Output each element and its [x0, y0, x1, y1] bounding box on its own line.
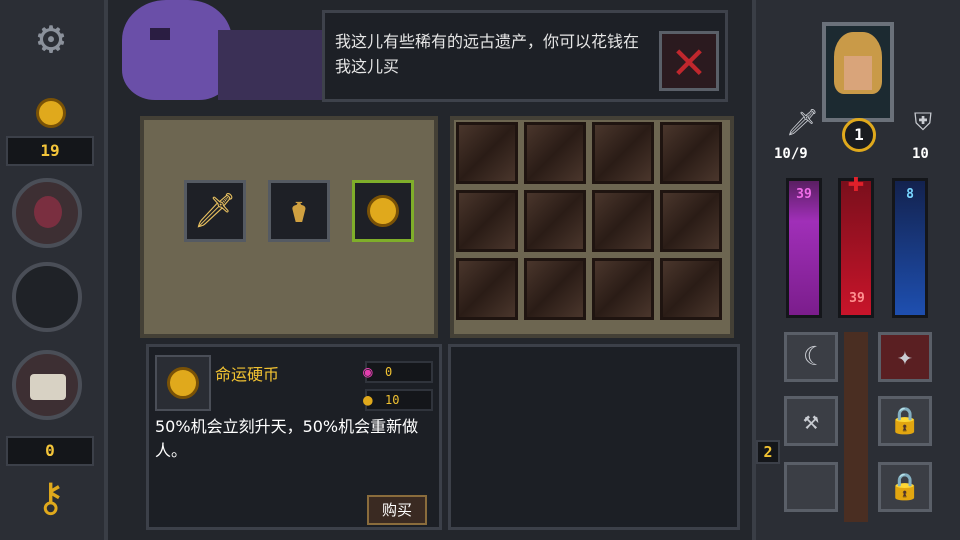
key-counter: 0 [6, 436, 94, 466]
hero-portrait [822, 22, 894, 122]
hammer-icon: ⚒ [803, 406, 819, 436]
left-sidebar: ⚙ 19 0 ⚷ [0, 0, 108, 540]
blue-value: 8 [906, 187, 914, 202]
red-bar: 39 [838, 178, 874, 318]
shop-slot-lantern[interactable]: ⚱ [268, 180, 330, 242]
item-thumbnail [155, 355, 211, 411]
inventory-grid [450, 116, 734, 338]
gold-cost-value: 10 [385, 393, 400, 407]
lock-icon: 🔒 [888, 472, 922, 502]
shop-slot-sword[interactable]: 🗡 [184, 180, 246, 242]
inventory-slot[interactable] [524, 190, 586, 252]
close-x-icon: ✕ [672, 28, 706, 91]
inventory-slot[interactable] [524, 122, 586, 184]
empty-orb-slot[interactable] [12, 262, 82, 332]
shop-panel: 🗡 ⚱ [140, 116, 438, 338]
item-info-panel: 命运硬币 ◉ 0 ● 10 50%机会立刻升天，50%机会重新做人。 购买 [146, 344, 442, 530]
potion-orb-icon[interactable] [12, 178, 82, 248]
shield-stat-icon: ⛨ [914, 108, 932, 136]
lantern-icon: ⚱ [288, 191, 310, 231]
wood-pillar [844, 332, 868, 522]
dialog-text: 我这儿有些稀有的远古遗产，你可以花钱在我这儿买 [335, 32, 640, 76]
floor-number: 2 [756, 440, 780, 464]
item-name: 命运硬币 [215, 365, 280, 384]
buy-button[interactable]: 购买 [367, 495, 427, 525]
secondary-info-panel [448, 344, 740, 530]
sword-icon: 🗡 [193, 191, 237, 231]
lock-icon: 🔒 [888, 406, 922, 436]
close-button[interactable]: ✕ [659, 31, 719, 91]
right-status-panel: 🗡 ⛨ 1 10/9 10 39 39 ✚ 8 ☾ ✦ ⚒ 🔒 🔒 [752, 0, 960, 540]
attack-stat: 10/9 [774, 146, 808, 162]
inventory-slot[interactable] [456, 258, 518, 320]
soul-icon: ◉ [363, 362, 373, 381]
key-icon: ⚷ [36, 475, 66, 521]
coin-icon [167, 367, 199, 399]
locked-slot: 🔒 [878, 462, 932, 512]
locked-slot: 🔒 [878, 396, 932, 446]
sword-stat-icon: 🗡 [786, 108, 820, 138]
gold-cost: ● 10 [363, 389, 433, 411]
gold-icon: ● [363, 390, 373, 409]
item-description: 50%机会立刻升天，50%机会重新做人。 [155, 417, 419, 460]
ability-icon: ✦ [897, 342, 913, 372]
scythe-icon: ☾ [803, 342, 819, 372]
defense-stat: 10 [912, 146, 929, 162]
health-cross-icon: ✚ [847, 165, 865, 198]
soul-cost: ◉ 0 [363, 361, 433, 383]
inventory-slot[interactable] [660, 190, 722, 252]
dialog-box: 我这儿有些稀有的远古遗产，你可以花钱在我这儿买 ✕ [322, 10, 728, 102]
inventory-slot[interactable] [524, 258, 586, 320]
ability-slot[interactable]: ✦ [878, 332, 932, 382]
coin-icon [367, 195, 399, 227]
bomb-orb-icon[interactable] [12, 350, 82, 420]
inventory-slot[interactable] [660, 258, 722, 320]
level-badge: 1 [842, 118, 876, 152]
inventory-slot[interactable] [660, 122, 722, 184]
purple-bar: 39 [786, 178, 822, 318]
purple-value: 39 [796, 187, 812, 202]
inventory-slot[interactable] [456, 190, 518, 252]
inventory-slot[interactable] [592, 122, 654, 184]
scythe-slot[interactable]: ☾ [784, 332, 838, 382]
soul-cost-value: 0 [385, 365, 393, 379]
gold-counter: 19 [6, 136, 94, 166]
shop-slot-coin[interactable] [352, 180, 414, 242]
hammer-slot[interactable]: ⚒ [784, 396, 838, 446]
inventory-slot[interactable] [592, 190, 654, 252]
blue-bar: 8 [892, 178, 928, 318]
empty-slot[interactable] [784, 462, 838, 512]
merchant-portrait [118, 0, 338, 100]
gold-coin-icon [36, 98, 66, 128]
settings-gear-icon[interactable]: ⚙ [26, 12, 76, 62]
inventory-slot[interactable] [456, 122, 518, 184]
inventory-slot[interactable] [592, 258, 654, 320]
red-value: 39 [849, 291, 865, 306]
